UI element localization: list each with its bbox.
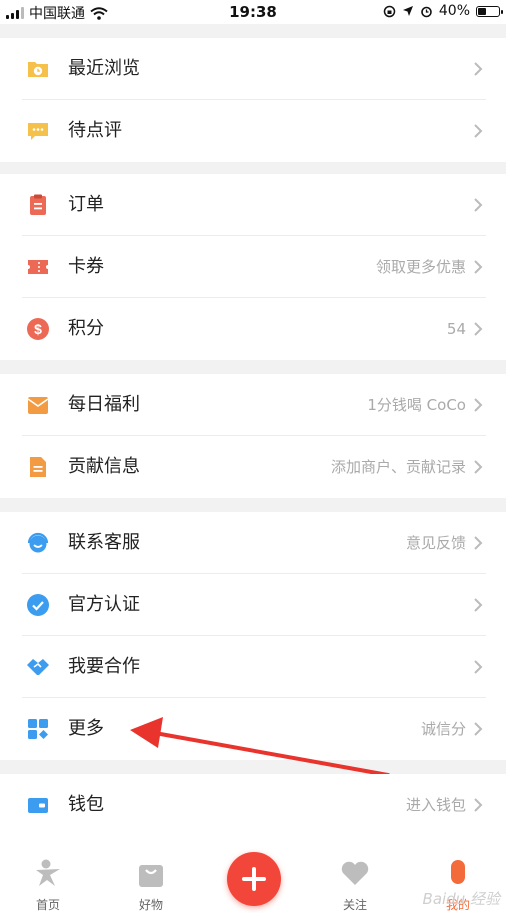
- home-figure-icon: [36, 859, 60, 886]
- tab-label: 首页: [35, 898, 60, 912]
- chevron-right-icon: [474, 322, 483, 336]
- status-right: 40%: [383, 3, 503, 19]
- chevron-right-icon: [474, 798, 483, 812]
- add-button[interactable]: [227, 852, 281, 906]
- chevron-right-icon: [474, 598, 483, 612]
- heart-icon: [341, 861, 369, 885]
- handshake-icon: [27, 659, 49, 675]
- dollar-coin-icon: $: [27, 318, 49, 340]
- tab-label: 关注: [342, 898, 367, 912]
- location-arrow-icon: [402, 6, 413, 16]
- shopping-bag-icon: [139, 865, 163, 887]
- folder-clock-icon: [28, 62, 48, 77]
- clipboard-icon: [30, 194, 46, 215]
- menu-item-cooperation[interactable]: 我要合作: [0, 636, 506, 698]
- envelope-icon: [27, 397, 49, 414]
- menu-item-contribute[interactable]: 贡献信息 添加商户、贡献记录: [0, 436, 506, 498]
- menu-item-hint: 进入钱包: [405, 796, 466, 814]
- chevron-right-icon: [474, 460, 483, 474]
- tab-bar: 首页 好物 关注 我的 Baidu 经验: [0, 836, 506, 913]
- tab-label: 好物: [138, 898, 163, 912]
- menu-item-label: 官方认证: [68, 594, 140, 615]
- chevron-right-icon: [474, 722, 483, 736]
- chevron-right-icon: [474, 260, 483, 274]
- chevron-right-icon: [474, 124, 483, 138]
- plus-icon: [242, 867, 266, 891]
- menu-group-5: 钱包 进入钱包: [0, 774, 506, 836]
- chevron-right-icon: [474, 536, 483, 550]
- watermark: Baidu 经验: [422, 890, 500, 908]
- menu-item-label: 我要合作: [68, 656, 140, 677]
- menu-item-label: 待点评: [68, 120, 122, 141]
- chevron-right-icon: [474, 198, 483, 212]
- menu-item-hint: 添加商户、贡献记录: [330, 458, 466, 476]
- menu-group-2: 订单 卡券 领取更多优惠 $ 积分 54: [0, 174, 506, 360]
- menu-item-label: 订单: [68, 194, 104, 215]
- chevron-right-icon: [474, 660, 483, 674]
- menu-item-recent[interactable]: 最近浏览: [0, 38, 506, 100]
- menu-item-label: 每日福利: [68, 394, 140, 415]
- battery-percent: 40%: [438, 3, 470, 19]
- menu-item-label: 更多: [68, 718, 104, 739]
- menu-item-hint: 诚信分: [420, 720, 466, 738]
- menu-item-wallet[interactable]: 钱包 进入钱包: [0, 774, 506, 836]
- menu-item-orders[interactable]: 订单: [0, 174, 506, 236]
- status-bar: 中国联通 19:38 40%: [0, 0, 506, 24]
- menu-item-hint: 领取更多优惠: [375, 258, 466, 276]
- wallet-icon: [28, 798, 48, 813]
- chevron-right-icon: [474, 62, 483, 76]
- menu-item-daily-benefit[interactable]: 每日福利 1分钱喝 CoCo: [0, 374, 506, 436]
- menu-item-label: 积分: [68, 318, 104, 339]
- headset-icon: [27, 532, 49, 553]
- grid-icon: [28, 719, 48, 739]
- comment-bubble-icon: [28, 123, 48, 140]
- menu-group-1: 最近浏览 待点评: [0, 38, 506, 162]
- menu-group-4: 联系客服 意见反馈 官方认证 我要合作 更多 诚信分: [0, 512, 506, 760]
- menu-item-hint: 1分钱喝 CoCo: [367, 396, 466, 414]
- svg-text:$: $: [34, 321, 42, 337]
- menu-item-hint: 意见反馈: [405, 534, 466, 552]
- menu-item-official-verification[interactable]: 官方认证: [0, 574, 506, 636]
- menu-item-pending-review[interactable]: 待点评: [0, 100, 506, 162]
- menu-item-label: 贡献信息: [68, 456, 140, 477]
- menu-item-label: 钱包: [68, 794, 104, 815]
- menu-item-hint: 54: [446, 320, 466, 338]
- ticket-icon: [28, 260, 48, 274]
- rotation-lock-icon: [383, 5, 396, 17]
- menu-item-label: 最近浏览: [68, 58, 140, 79]
- chevron-right-icon: [474, 398, 483, 412]
- alarm-icon: [421, 6, 432, 17]
- menu-item-more[interactable]: 更多 诚信分: [0, 698, 506, 760]
- menu-item-label: 联系客服: [68, 532, 140, 553]
- menu-item-customer-service[interactable]: 联系客服 意见反馈: [0, 512, 506, 574]
- document-icon: [30, 457, 46, 477]
- menu-group-3: 每日福利 1分钱喝 CoCo 贡献信息 添加商户、贡献记录: [0, 374, 506, 498]
- menu-item-points[interactable]: $ 积分 54: [0, 298, 506, 360]
- menu-item-coupons[interactable]: 卡券 领取更多优惠: [0, 236, 506, 298]
- battery-icon: [476, 5, 503, 17]
- menu-item-label: 卡券: [68, 256, 104, 277]
- profile-icon: [451, 860, 465, 884]
- verified-check-icon: [27, 594, 49, 616]
